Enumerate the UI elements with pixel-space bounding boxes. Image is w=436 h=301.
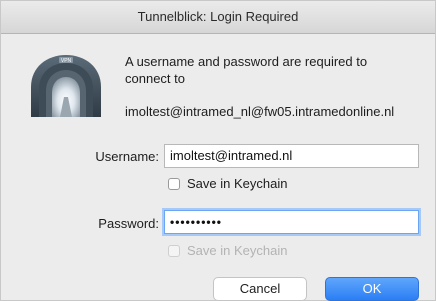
title-bar[interactable]: Tunnelblick: Login Required — [1, 1, 435, 34]
password-mask: •••••••••• — [170, 215, 223, 229]
window-title: Tunnelblick: Login Required — [137, 9, 299, 24]
login-message: A username and password are required to … — [125, 54, 368, 86]
save-password-keychain-label: Save in Keychain — [187, 243, 288, 258]
username-field[interactable]: imoltest@intramed.nl — [164, 144, 419, 168]
ok-button[interactable]: OK — [325, 277, 419, 301]
cancel-button[interactable]: Cancel — [213, 277, 307, 301]
login-dialog: Tunnelblick: Login Required VPN A userna… — [0, 0, 436, 301]
password-field[interactable]: •••••••••• — [164, 210, 419, 234]
save-username-keychain-label[interactable]: Save in Keychain — [187, 176, 287, 191]
vpn-badge-text: VPN — [61, 58, 72, 64]
tunnelblick-vpn-icon: VPN — [31, 55, 101, 117]
username-label: Username: — [95, 149, 159, 164]
connection-name: imoltest@intramed_nl@fw05.intramedonline… — [125, 104, 395, 119]
save-username-keychain-checkbox[interactable] — [168, 178, 180, 190]
password-label: Password: — [98, 216, 159, 231]
save-password-keychain-checkbox[interactable] — [168, 245, 180, 257]
